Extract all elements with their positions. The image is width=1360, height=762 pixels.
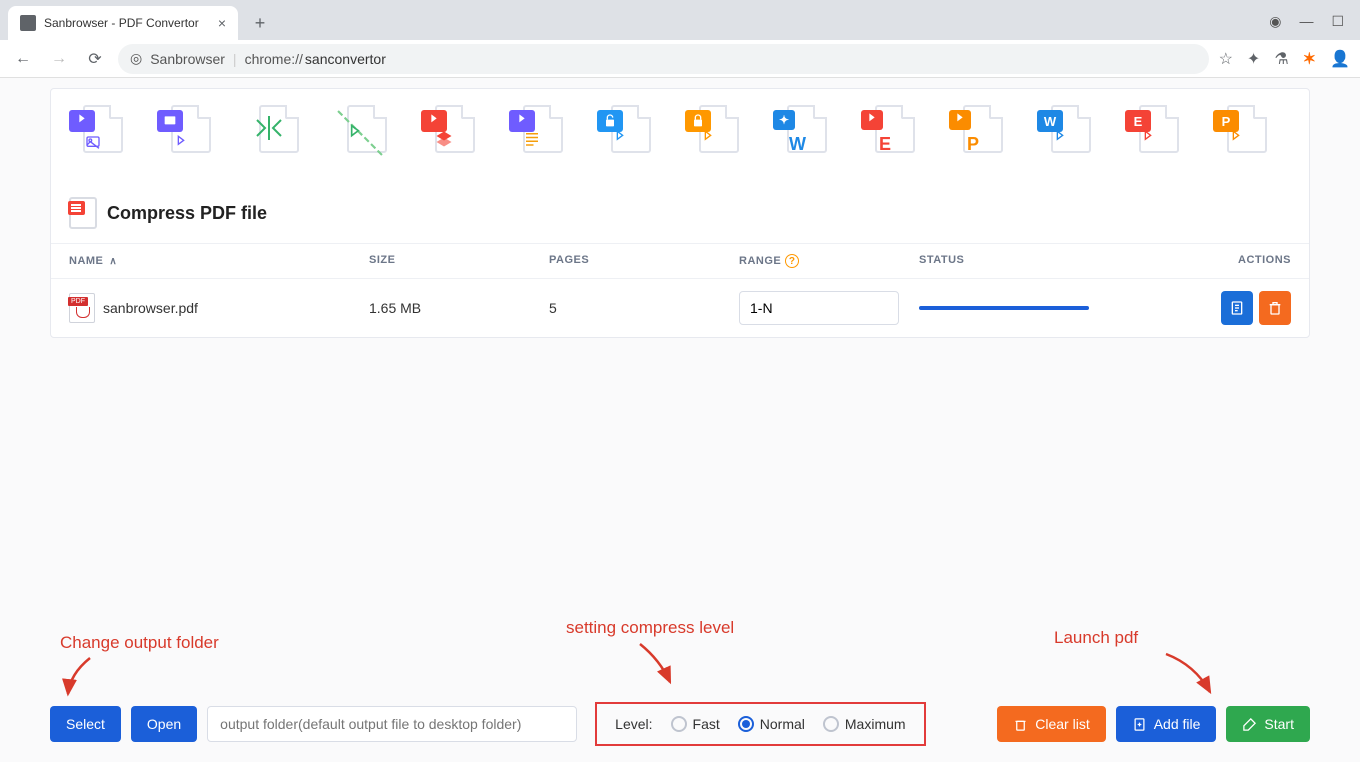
radio-icon — [671, 716, 687, 732]
tab-title: Sanbrowser - PDF Convertor — [44, 16, 199, 30]
annotation-launch-pdf: Launch pdf — [1054, 628, 1138, 648]
url-input[interactable]: ◎ Sanbrowser | chrome://sanconvertor — [118, 44, 1209, 74]
level-normal-option[interactable]: Normal — [738, 716, 805, 732]
add-file-button[interactable]: Add file — [1116, 706, 1217, 742]
tool-split-pdf[interactable] — [245, 105, 299, 159]
delete-row-button[interactable] — [1259, 291, 1291, 325]
open-file-button[interactable] — [1221, 291, 1253, 325]
browser-tab[interactable]: Sanbrowser - PDF Convertor × — [8, 6, 238, 40]
level-maximum-option[interactable]: Maximum — [823, 716, 906, 732]
tool-pdf-to-image[interactable] — [69, 105, 123, 159]
page-content: ✦W E P W E P Compress PDF file NAME ∧ SIZ… — [0, 78, 1360, 762]
range-help-icon[interactable]: ? — [785, 254, 799, 268]
url-path-bold: sanconvertor — [305, 51, 386, 67]
file-name: sanbrowser.pdf — [103, 300, 198, 316]
col-status-label: STATUS — [919, 254, 964, 266]
select-folder-button[interactable]: Select — [50, 706, 121, 742]
level-label: Level: — [615, 716, 652, 732]
browser-tab-strip: Sanbrowser - PDF Convertor × + ◉ ― ☐ — [0, 0, 1360, 40]
table-header: NAME ∧ SIZE PAGES RANGE? STATUS ACTIONS — [51, 243, 1309, 279]
url-separator: | — [233, 51, 237, 67]
range-input[interactable] — [739, 291, 899, 325]
tool-pdf-to-word[interactable]: ✦W — [773, 105, 827, 159]
sort-asc-icon[interactable]: ∧ — [109, 256, 117, 267]
maximize-icon[interactable]: ☐ — [1331, 13, 1344, 30]
col-range-label: RANGE — [739, 255, 781, 267]
address-bar: ← → ⟳ ◎ Sanbrowser | chrome://sanconvert… — [0, 40, 1360, 78]
tool-strip-card: ✦W E P W E P Compress PDF file NAME ∧ SIZ… — [50, 88, 1310, 338]
url-scheme: chrome:// — [245, 51, 303, 67]
url-host: Sanbrowser — [150, 51, 225, 67]
compress-level-group: Level: Fast Normal Maximum — [595, 702, 925, 746]
col-pages-label[interactable]: PAGES — [549, 254, 589, 266]
san-extension-icon[interactable]: ✶ — [1303, 49, 1316, 69]
tool-pdf-to-excel[interactable]: E — [861, 105, 915, 159]
tab-favicon-icon — [20, 15, 36, 31]
back-icon[interactable]: ← — [10, 46, 36, 72]
annotation-change-folder: Change output folder — [60, 633, 219, 653]
start-button[interactable]: Start — [1226, 706, 1310, 742]
tab-close-icon[interactable]: × — [218, 15, 226, 31]
level-fast-option[interactable]: Fast — [671, 716, 720, 732]
site-info-icon[interactable]: ◎ — [130, 50, 142, 67]
tool-pdf-to-text[interactable] — [509, 105, 563, 159]
radio-checked-icon — [738, 716, 754, 732]
pdf-file-icon — [69, 293, 95, 323]
window-controls: ◉ ― ☐ — [1269, 13, 1360, 40]
table-row: sanbrowser.pdf 1.65 MB 5 — [51, 279, 1309, 337]
file-pages: 5 — [549, 300, 739, 316]
col-size-label[interactable]: SIZE — [369, 254, 395, 266]
tool-lock-pdf[interactable] — [685, 105, 739, 159]
tool-compress-pdf[interactable] — [421, 105, 475, 159]
output-folder-input[interactable] — [207, 706, 577, 742]
tool-word-to-pdf[interactable]: W — [1037, 105, 1091, 159]
settings-circle-icon[interactable]: ◉ — [1269, 13, 1281, 30]
bottom-toolbar: Select Open Level: Fast Normal Maximum C… — [50, 702, 1310, 746]
tool-excel-to-pdf[interactable]: E — [1125, 105, 1179, 159]
col-actions-label: ACTIONS — [1238, 254, 1291, 266]
tool-image-to-pdf[interactable] — [157, 105, 211, 159]
profile-icon[interactable]: 👤 — [1330, 49, 1350, 69]
lab-icon[interactable]: ⚗ — [1274, 49, 1288, 69]
new-tab-button[interactable]: + — [246, 9, 274, 37]
tool-merge-pdf[interactable] — [333, 105, 387, 159]
clear-list-button[interactable]: Clear list — [997, 706, 1105, 742]
annotation-compress-level: setting compress level — [566, 618, 734, 638]
col-name-label[interactable]: NAME — [69, 255, 103, 267]
compress-section: Compress PDF file NAME ∧ SIZE PAGES RANGE… — [51, 183, 1309, 337]
tool-ppt-to-pdf[interactable]: P — [1213, 105, 1267, 159]
star-icon[interactable]: ☆ — [1219, 49, 1233, 69]
progress-bar — [919, 306, 1089, 310]
open-folder-button[interactable]: Open — [131, 706, 197, 742]
section-title: Compress PDF file — [107, 203, 267, 224]
forward-icon: → — [46, 46, 72, 72]
extensions-icon[interactable]: ✦ — [1247, 49, 1260, 69]
radio-icon — [823, 716, 839, 732]
compress-section-icon — [69, 197, 97, 229]
file-size: 1.65 MB — [369, 300, 549, 316]
tool-pdf-to-ppt[interactable]: P — [949, 105, 1003, 159]
minimize-icon[interactable]: ― — [1299, 13, 1313, 30]
reload-icon[interactable]: ⟳ — [82, 46, 108, 72]
tool-unlock-pdf[interactable] — [597, 105, 651, 159]
